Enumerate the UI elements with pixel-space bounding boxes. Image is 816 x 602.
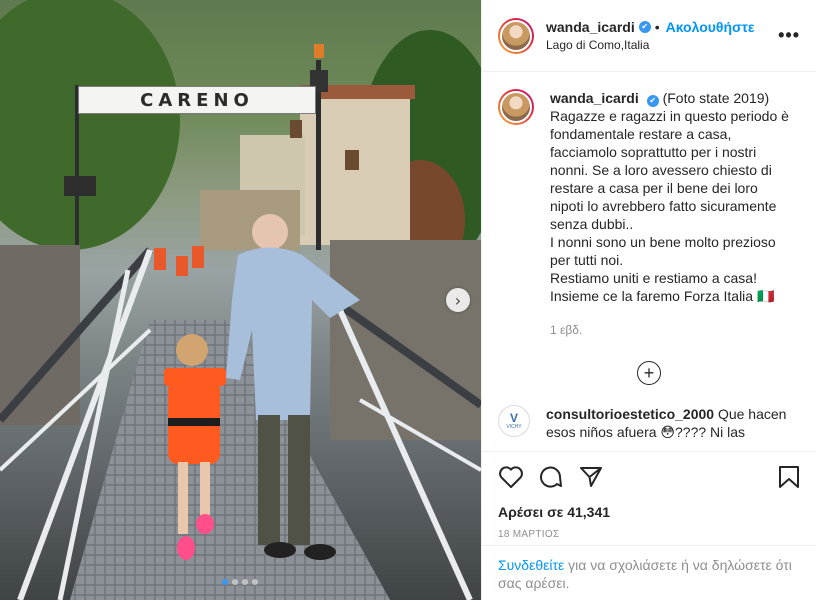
post-photo[interactable]: CARENO › <box>0 0 481 600</box>
caption-line: restare a casa per il bene dei loro <box>550 180 758 196</box>
location-link[interactable]: Lago di Como,Italia <box>546 38 770 52</box>
bookmark-icon[interactable] <box>778 465 800 489</box>
post-header: wanda_icardi ✔ • Ακολουθήστε Lago di Com… <box>482 0 816 72</box>
post-side-panel: wanda_icardi ✔ • Ακολουθήστε Lago di Com… <box>481 0 816 600</box>
comments-area[interactable]: wanda_icardi ✔ (Foto state 2019) Ragazze … <box>482 73 816 451</box>
avatar[interactable]: V VICHY <box>498 405 530 437</box>
chevron-right-icon[interactable]: › <box>446 288 470 312</box>
caption-line: senza dubbi.. <box>550 216 634 232</box>
username-link[interactable]: wanda_icardi <box>546 19 635 35</box>
separator: • <box>654 19 660 35</box>
carousel-dot <box>222 579 228 585</box>
instagram-post: CARENO › wanda_icardi ✔ • Ακολουθήστε La… <box>0 0 816 600</box>
heart-icon[interactable] <box>498 465 524 489</box>
avatar[interactable] <box>498 17 534 54</box>
caption-line: facciamolo soprattutto per i nostri <box>550 144 757 160</box>
load-more-comments[interactable]: + <box>498 361 800 385</box>
caption-line: (Foto state 2019) <box>662 90 770 106</box>
caption-line: fondamentale restare a casa, <box>550 126 732 142</box>
comment-icon[interactable] <box>538 465 564 489</box>
caption-line: per tutti noi. <box>550 252 624 268</box>
caption-username[interactable]: wanda_icardi <box>550 90 639 106</box>
caption: wanda_icardi ✔ (Foto state 2019) Ragazze … <box>498 89 800 339</box>
caption-line: Insieme ce la faremo Forza Italia 🇮🇹 <box>550 288 775 304</box>
login-prompt: Συνδεθείτε για να σχολιάσετε ή να δηλώσε… <box>482 545 816 602</box>
carousel-dot <box>252 579 258 585</box>
carousel-dot <box>232 579 238 585</box>
caption-line: nonni. Se a loro avessero chiesto di <box>550 162 772 178</box>
comment-text: esos niños afuera 😳???? Ni las <box>546 424 746 440</box>
more-options-icon[interactable]: ••• <box>778 25 800 46</box>
likes-count[interactable]: Αρέσει σε 41,341 <box>498 504 800 520</box>
carousel-dot <box>242 579 248 585</box>
caption-line: nipoti lo avrebbero fatto sicuramente <box>550 198 777 214</box>
plus-circle-icon[interactable]: + <box>637 361 661 385</box>
verified-badge-icon: ✔ <box>646 95 659 107</box>
avatar[interactable] <box>498 89 534 125</box>
share-icon[interactable] <box>578 465 604 489</box>
verified-badge-icon: ✔ <box>638 21 651 33</box>
caption-line: Ragazze e ragazzi in questo periodo è <box>550 108 789 124</box>
comment-username[interactable]: consultorioestetico_2000 <box>546 406 714 422</box>
comment-text: Que hacen <box>717 406 787 422</box>
post-date[interactable]: 18 ΜΑΡΤΙΟΣ <box>498 529 800 540</box>
comment: V VICHY consultorioestetico_2000 Que hac… <box>498 405 800 441</box>
post-time[interactable]: 1 εβδ. <box>550 321 789 339</box>
caption-line: I nonni sono un bene molto prezioso <box>550 234 776 250</box>
carousel-indicator <box>222 579 258 585</box>
login-link[interactable]: Συνδεθείτε <box>498 557 564 573</box>
caption-line: Restiamo uniti e restiamo a casa! <box>550 270 757 286</box>
careno-sign: CARENO <box>78 86 316 114</box>
action-bar: Αρέσει σε 41,341 18 ΜΑΡΤΙΟΣ <box>482 451 816 540</box>
follow-button[interactable]: Ακολουθήστε <box>666 19 755 35</box>
